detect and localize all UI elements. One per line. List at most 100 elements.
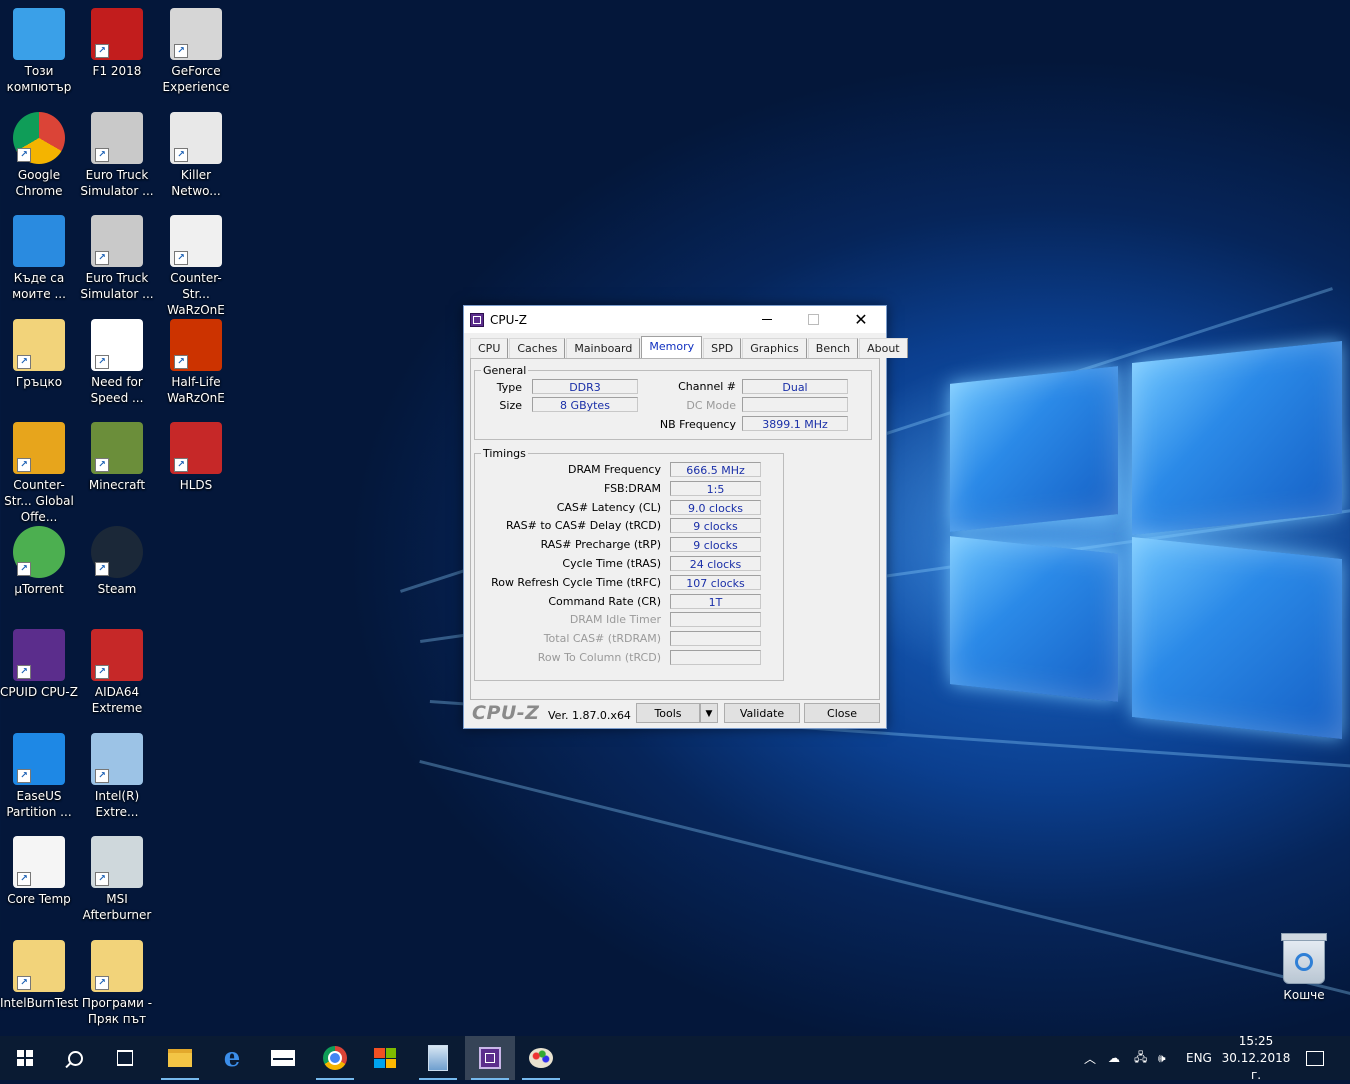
- desktop-icon[interactable]: ↗ F1 2018: [78, 8, 156, 79]
- language-label: ENG: [1186, 1051, 1212, 1065]
- tab-caches[interactable]: Caches: [509, 338, 566, 358]
- desktop-icon[interactable]: ↗ Гръцко: [0, 318, 78, 390]
- start-button[interactable]: [0, 1036, 50, 1080]
- mail-icon: [271, 1050, 295, 1066]
- desktop-icon[interactable]: ↗ IntelBurnTest: [0, 939, 78, 1011]
- tab-bench[interactable]: Bench: [807, 338, 859, 358]
- desktop-icon[interactable]: ↗ Killer Netwo...: [157, 111, 235, 199]
- desktop-icon[interactable]: ↗ AIDA64 Extreme: [78, 629, 156, 716]
- shortcut-arrow-icon: ↗: [95, 561, 109, 576]
- onedrive-icon: [13, 215, 65, 267]
- tab-about[interactable]: About: [859, 338, 908, 358]
- desktop-icon-label: Killer Netwo...: [171, 167, 221, 198]
- desktop-icon[interactable]: ↗ Core Temp: [0, 836, 78, 907]
- timing-label: DRAM Frequency: [567, 463, 661, 476]
- desktop-icon-label: Core Temp: [7, 892, 71, 906]
- validate-button[interactable]: Validate: [724, 703, 800, 723]
- easeus-icon: ↗: [13, 732, 65, 785]
- taskbar-intel-xtu[interactable]: [413, 1036, 463, 1080]
- desktop-icon[interactable]: ↗ Minecraft: [78, 422, 156, 493]
- desktop-icon-label: Google Chrome: [15, 167, 63, 198]
- desktop-icon[interactable]: ↗ CPUID CPU-Z: [0, 629, 78, 700]
- timing-label: Command Rate (CR): [548, 594, 661, 608]
- search-icon: [64, 1050, 83, 1068]
- minimize-button[interactable]: [744, 306, 790, 333]
- network-tray[interactable]: 🖧: [1134, 1036, 1147, 1080]
- dcmode-label: DC Mode: [686, 399, 736, 412]
- desktop-icon[interactable]: ↗ Google Chrome: [0, 111, 78, 199]
- clock[interactable]: 15:25 30.12.2018 г.: [1218, 1034, 1294, 1082]
- tools-dropdown-button[interactable]: ▼: [700, 703, 718, 723]
- show-hidden-icons-button[interactable]: ︿: [1084, 1036, 1096, 1080]
- recycle-bin[interactable]: Кошче: [1268, 933, 1340, 1002]
- close-button[interactable]: Close: [804, 703, 880, 723]
- desktop-icon[interactable]: ↗ HLDS: [157, 422, 235, 493]
- desktop-icon-label: Програми - Пряк път: [81, 995, 153, 1026]
- timing-value: 24 clocks: [670, 556, 761, 571]
- taskbar-paint[interactable]: [516, 1036, 566, 1080]
- shortcut-arrow-icon: ↗: [174, 458, 188, 472]
- timing-value: [670, 612, 761, 628]
- store-icon: [374, 1048, 396, 1068]
- type-value: DDR3: [532, 379, 638, 394]
- chrome-icon: [323, 1046, 347, 1070]
- desktop-icon[interactable]: ↗ EaseUS Partition ...: [0, 732, 78, 820]
- action-center-button[interactable]: [1306, 1036, 1324, 1080]
- desktop-icon[interactable]: ↗ µTorrent: [0, 525, 78, 597]
- desktop-icon[interactable]: ↗ Counter-Str... WaRzOnE: [157, 215, 235, 318]
- timing-value: 1:5: [670, 480, 761, 496]
- desktop-icon-label: Counter-Str... Global Offe...: [4, 478, 74, 524]
- folder-icon: ↗: [13, 939, 65, 992]
- task-view-button[interactable]: [100, 1036, 150, 1080]
- shortcut-arrow-icon: ↗: [95, 147, 109, 162]
- volume-tray[interactable]: 🕪: [1158, 1036, 1166, 1080]
- shortcut-arrow-icon: ↗: [17, 458, 31, 472]
- close-window-button[interactable]: ✕: [838, 306, 884, 333]
- cpuz-app-icon: [470, 312, 484, 327]
- tab-memory[interactable]: Memory: [641, 336, 703, 358]
- desktop-icon[interactable]: Този компютър: [0, 8, 78, 95]
- type-label: Type: [496, 381, 522, 394]
- tab-strip: CPU Caches Mainboard Memory SPD Graphics Bench…: [470, 336, 909, 358]
- size-value: 8 GBytes: [532, 397, 638, 412]
- tab-graphics[interactable]: Graphics: [742, 338, 807, 358]
- windows-start-icon: [17, 1050, 33, 1066]
- taskbar-chrome[interactable]: [310, 1036, 360, 1080]
- taskbar-store[interactable]: [360, 1036, 410, 1080]
- tab-mainboard[interactable]: Mainboard: [566, 338, 641, 358]
- taskbar-cpuz[interactable]: [465, 1036, 515, 1080]
- steam-icon: ↗: [91, 525, 143, 578]
- desktop-icon[interactable]: ↗ Euro Truck Simulator ...: [78, 111, 156, 199]
- language-indicator[interactable]: ENG: [1186, 1036, 1212, 1080]
- cpuz-titlebar[interactable]: CPU-Z ✕: [464, 306, 886, 333]
- intel-icon: [428, 1045, 448, 1071]
- desktop-icon[interactable]: ↗ GeForce Experience: [157, 8, 235, 95]
- desktop-icon[interactable]: ↗ Steam: [78, 525, 156, 597]
- validate-label: Validate: [739, 707, 785, 720]
- desktop-icon-label: Counter-Str... WaRzOnE: [167, 271, 225, 317]
- shortcut-arrow-icon: ↗: [95, 354, 109, 369]
- search-button[interactable]: [50, 1036, 100, 1080]
- desktop-icon[interactable]: ↗ Counter-Str... Global Offe...: [0, 422, 78, 525]
- tab-spd[interactable]: SPD: [703, 338, 742, 358]
- version-label: Ver. 1.87.0.x64: [548, 709, 631, 722]
- desktop-icon[interactable]: ↗ Intel(R) Extre...: [78, 732, 156, 820]
- taskbar-mail[interactable]: [258, 1036, 308, 1080]
- desktop-icon[interactable]: Къде са моите ...: [0, 215, 78, 302]
- taskbar-edge[interactable]: e: [207, 1036, 257, 1080]
- nbfreq-label: NB Frequency: [659, 418, 736, 431]
- tools-button[interactable]: Tools: [636, 703, 700, 723]
- timing-label: FSB:DRAM: [603, 481, 661, 495]
- timing-value: [670, 650, 761, 665]
- desktop-icon[interactable]: ↗ MSI Afterburner: [78, 836, 156, 923]
- utorrent-icon: ↗: [13, 525, 65, 578]
- desktop-icon[interactable]: ↗ Euro Truck Simulator ...: [78, 215, 156, 302]
- tab-cpu[interactable]: CPU: [470, 338, 509, 358]
- desktop-icon[interactable]: ↗ Програми - Пряк път: [78, 939, 156, 1027]
- desktop-icon-label: MSI Afterburner: [82, 892, 152, 922]
- desktop-icon[interactable]: ↗ Half-Life WaRzOnE: [157, 318, 235, 406]
- onedrive-tray[interactable]: ☁: [1108, 1036, 1120, 1080]
- desktop-icon[interactable]: ↗ Need for Speed ...: [78, 318, 156, 406]
- taskbar-file-explorer[interactable]: [155, 1036, 205, 1080]
- truck-icon: ↗: [91, 111, 143, 164]
